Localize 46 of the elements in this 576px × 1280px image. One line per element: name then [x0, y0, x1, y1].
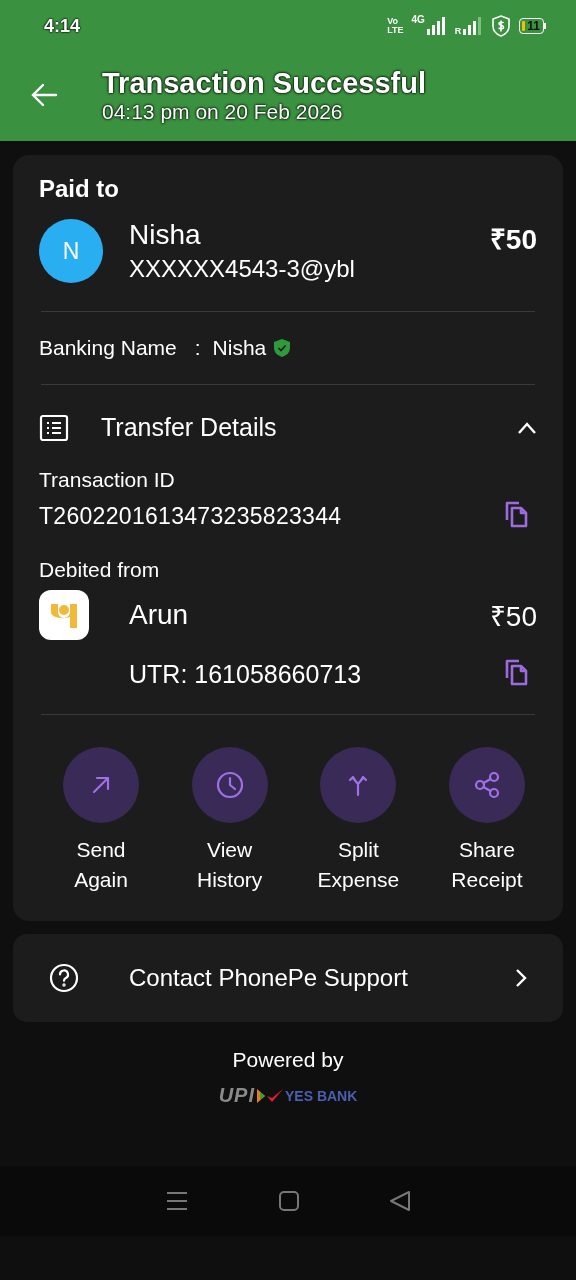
menu-icon[interactable]	[165, 1191, 188, 1211]
back-icon[interactable]	[390, 1191, 411, 1211]
list-icon	[39, 413, 69, 442]
signal-icon	[426, 17, 447, 35]
debited-from-label: Debited from	[39, 558, 161, 582]
powered-by-label: Powered by	[232, 1048, 344, 1072]
transaction-timestamp: 04:13 pm on 20 Feb 2026	[102, 100, 344, 124]
payee-name: Nisha	[129, 218, 202, 252]
battery-indicator: 11	[519, 18, 546, 34]
network-type: 4G	[411, 14, 425, 25]
home-icon[interactable]	[279, 1191, 299, 1211]
shield-icon	[491, 15, 512, 37]
chevron-up-icon[interactable]	[517, 421, 537, 434]
amount: ₹50	[489, 600, 537, 634]
status-time: 4:14	[44, 15, 82, 37]
utr-number: UTR: 161058660713	[129, 659, 363, 689]
help-icon	[49, 963, 79, 993]
signal-icon	[463, 17, 484, 35]
banking-name: Nisha	[212, 336, 267, 360]
avatar: N	[39, 219, 103, 283]
account-name: Arun	[129, 599, 190, 631]
back-arrow-icon[interactable]	[30, 83, 58, 107]
amount: ₹50	[489, 223, 537, 257]
separator: :	[194, 336, 201, 360]
page-title: Transaction Successful	[102, 66, 426, 100]
volte-indicator: Vo LTE	[387, 17, 404, 35]
action-button[interactable]: Send Again	[61, 747, 141, 895]
transaction-id-label: Transaction ID	[39, 468, 176, 492]
section-heading: Paid to	[39, 175, 120, 203]
contact-support-button[interactable]: Contact PhonePe Support	[13, 934, 563, 1022]
action-button[interactable]: Share Receipt	[446, 747, 527, 895]
action-button[interactable]: View History	[189, 747, 270, 895]
section-title: Transfer Details	[101, 413, 278, 442]
copy-icon[interactable]	[503, 500, 529, 528]
arrow-logo-icon	[257, 1088, 265, 1103]
bank-logo	[39, 590, 89, 640]
action-button[interactable]: Split Expense	[318, 747, 399, 895]
copy-icon[interactable]	[503, 658, 529, 686]
banking-name-label: Banking Name	[39, 336, 177, 360]
chevron-right-icon	[515, 968, 527, 988]
check-mark-icon	[267, 1088, 283, 1103]
roaming-indicator: R	[454, 26, 462, 36]
transaction-id: T2602201613473235823344	[39, 502, 342, 530]
bank-logo: YES BANK	[285, 1087, 358, 1104]
upi-id: XXXXXX4543-3@ybl	[129, 254, 356, 284]
upi-logo: UPI	[218, 1084, 255, 1107]
